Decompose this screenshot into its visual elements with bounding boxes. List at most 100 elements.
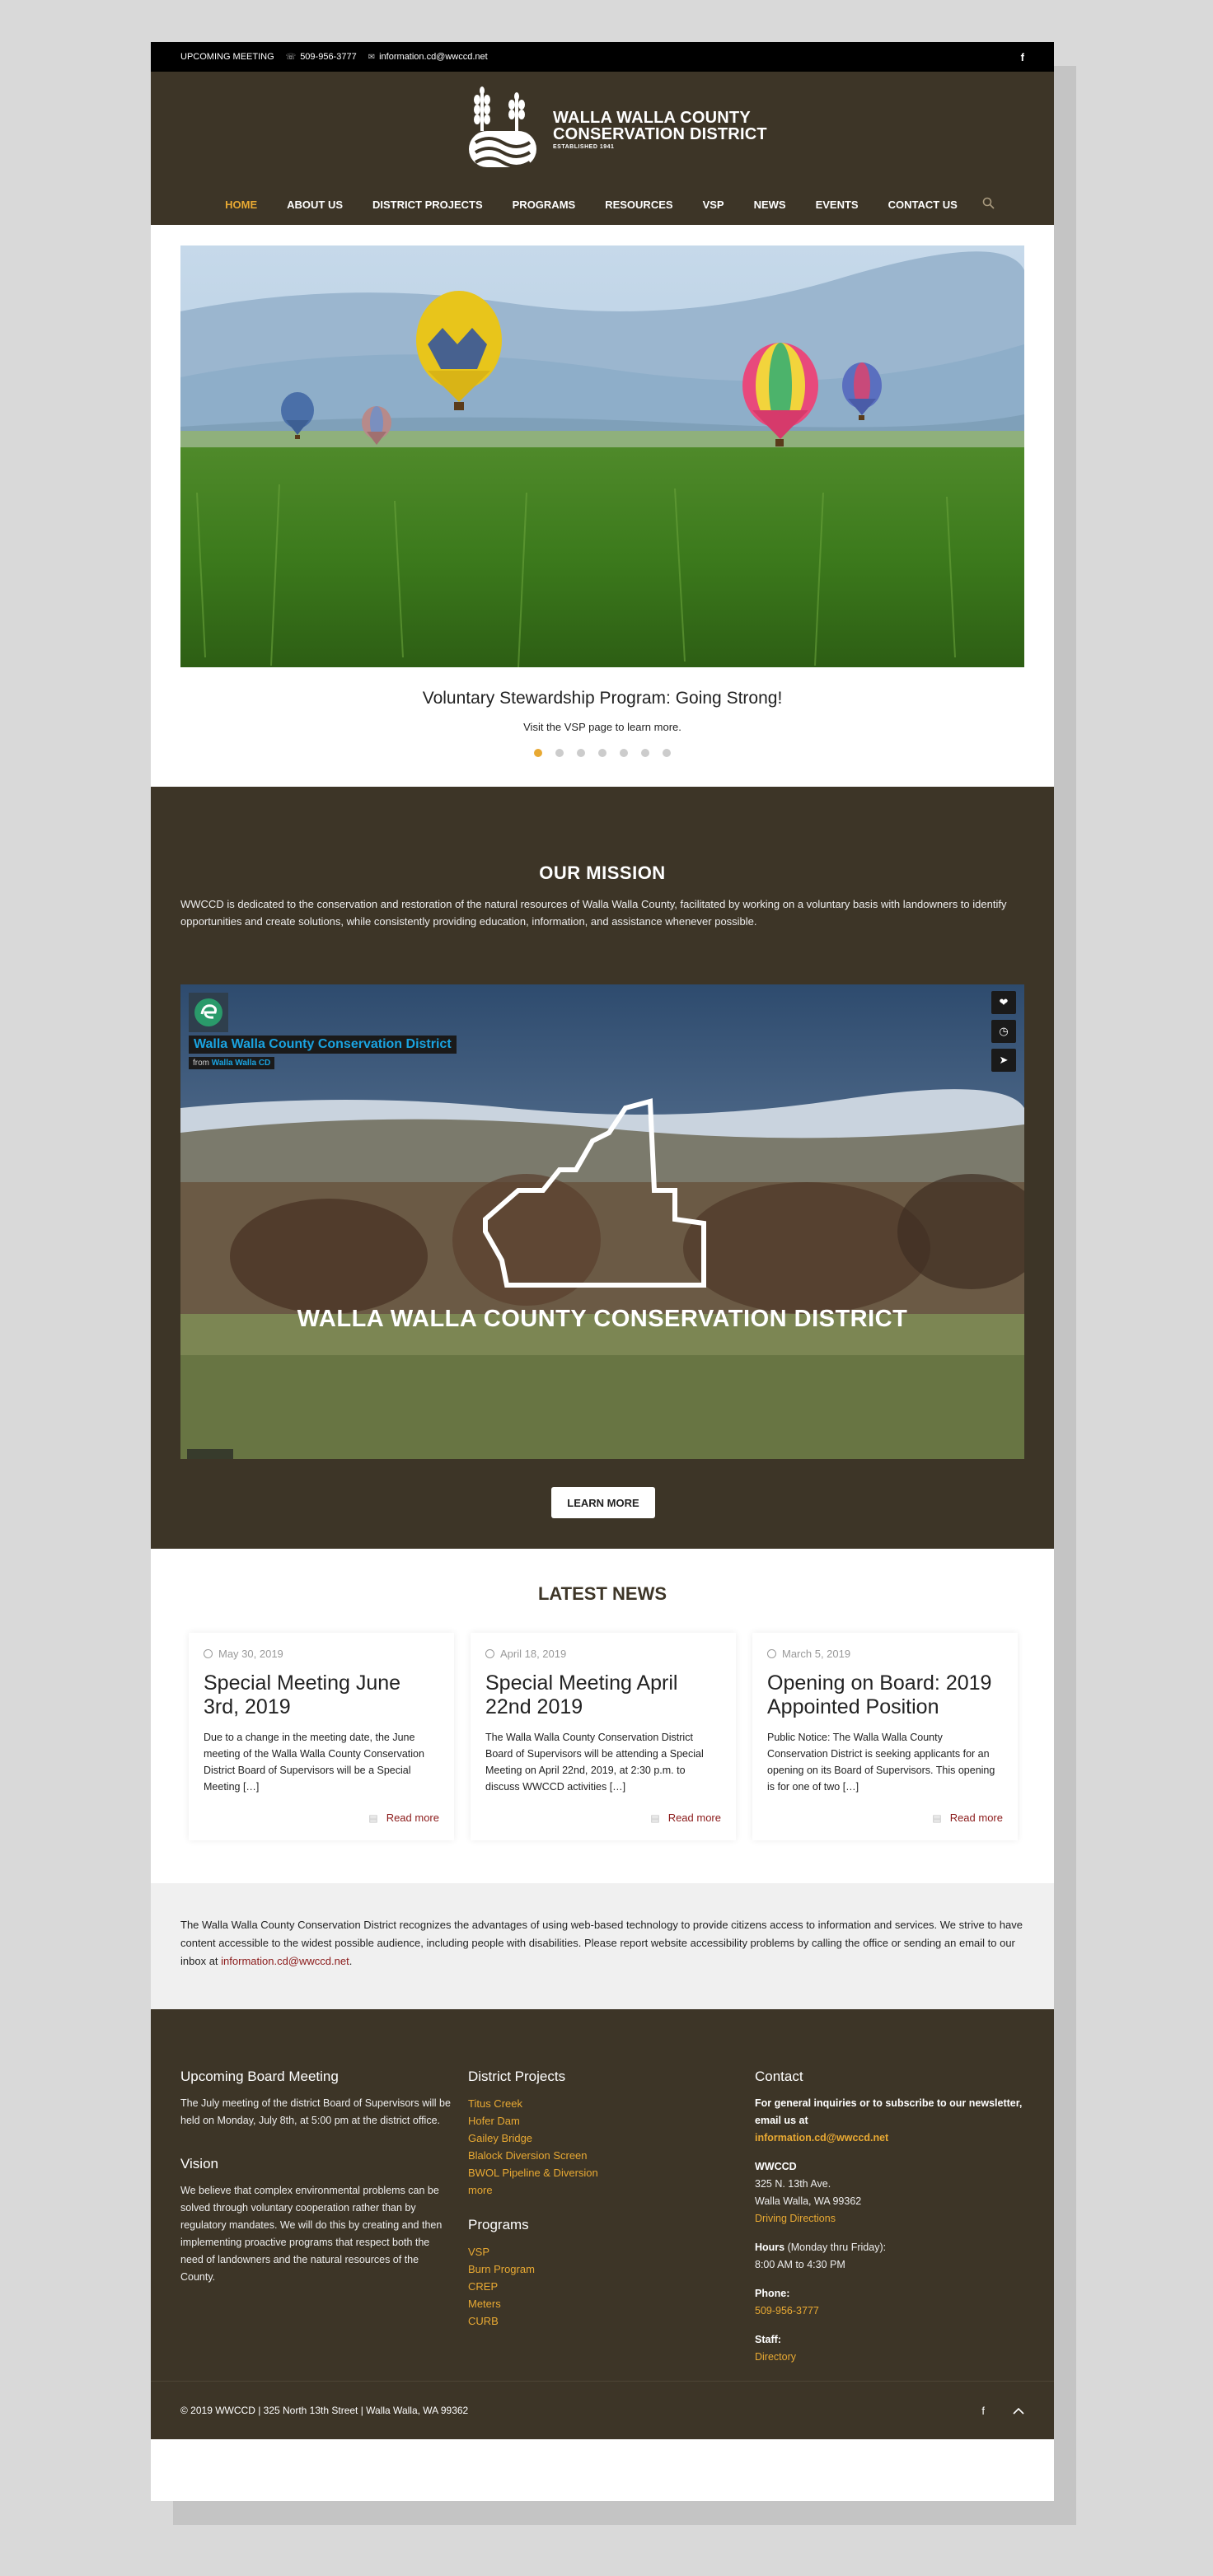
video-player[interactable]: Walla Walla County Conservation District… [180, 984, 1024, 1459]
news-card: April 18, 2019 Special Meeting April 22n… [471, 1633, 736, 1840]
logo-text: WALLA WALLA COUNTY CONSERVATION DISTRICT… [553, 108, 767, 150]
slider-dot[interactable] [620, 749, 628, 757]
news-excerpt: The Walla Walla County Conservation Dist… [485, 1732, 704, 1793]
footer-col-meeting: Upcoming Board Meeting The July meeting … [180, 2069, 452, 2286]
latest-news-section: LATEST NEWS May 30, 2019 Special Meeting… [151, 1549, 1054, 1883]
driving-directions-link[interactable]: Driving Directions [755, 2213, 836, 2224]
news-title[interactable]: Opening on Board: 2019 Appointed Positio… [767, 1671, 1003, 1719]
nav-district-projects[interactable]: DISTRICT PROJECTS [372, 199, 483, 211]
project-link[interactable]: Titus Creek [468, 2095, 732, 2112]
project-link[interactable]: Blalock Diversion Screen [468, 2147, 732, 2164]
nav-vsp[interactable]: VSP [703, 199, 724, 211]
accessibility-email-link[interactable]: information.cd@wwccd.net [221, 1955, 349, 1967]
slider-dot[interactable] [663, 749, 671, 757]
site-footer: Upcoming Board Meeting The July meeting … [151, 2009, 1054, 2439]
nav-programs[interactable]: PROGRAMS [513, 199, 576, 211]
mission-heading: OUR MISSION [539, 863, 666, 883]
news-cards: May 30, 2019 Special Meeting June 3rd, 2… [189, 1633, 1034, 1840]
news-heading: LATEST NEWS [537, 1583, 667, 1604]
nav-news[interactable]: NEWS [754, 199, 786, 211]
like-heart-icon[interactable]: ❤ [991, 991, 1016, 1014]
nav-home[interactable]: HOME [225, 199, 257, 211]
share-send-icon[interactable]: ➤ [991, 1049, 1016, 1072]
slider-dot[interactable] [534, 749, 542, 757]
slide-title: Voluntary Stewardship Program: Going Str… [422, 689, 783, 708]
project-link[interactable]: Gailey Bridge [468, 2130, 732, 2147]
project-link[interactable]: BWOL Pipeline & Diversion [468, 2164, 732, 2181]
mail-icon: ✉ [368, 52, 376, 62]
facebook-icon[interactable]: f [1021, 51, 1024, 63]
clock-icon [767, 1649, 776, 1658]
slider-dot[interactable] [577, 749, 585, 757]
slider-dot[interactable] [555, 749, 564, 757]
contact-heading: Contact [755, 2069, 803, 2084]
mission-text: WWCCD is dedicated to the conservation a… [180, 898, 1007, 928]
clock-icon [204, 1649, 213, 1658]
slider-dot[interactable] [598, 749, 606, 757]
video-from: from Walla Walla CD [189, 1057, 275, 1069]
document-icon: ▤ [932, 1812, 942, 1824]
program-link[interactable]: VSP [468, 2243, 732, 2260]
nav-resources[interactable]: RESOURCES [605, 199, 672, 211]
vision-text: We believe that complex environmental pr… [180, 2185, 443, 2283]
read-more-link[interactable]: ▤ Read more [650, 1812, 721, 1824]
accessibility-section: The Walla Walla County Conservation Dist… [151, 1883, 1054, 2009]
phone-link[interactable]: ☏ 509-956-3777 [286, 52, 357, 62]
contact-staff: Staff: Directory [755, 2334, 797, 2363]
phone-icon: ☏ [285, 52, 297, 62]
contact-email-link[interactable]: information.cd@wwccd.net [755, 2132, 888, 2144]
nav-events[interactable]: EVENTS [816, 199, 859, 211]
top-bar: UPCOMING MEETING ☏ 509-956-3777 ✉ informat… [151, 42, 1054, 72]
facebook-icon[interactable]: f [981, 2405, 985, 2417]
footer-bottom-bar: © 2019 WWCCD | 325 North 13th Street | W… [151, 2381, 1054, 2439]
slider-dot[interactable] [641, 749, 649, 757]
footer-col-projects: District Projects Titus Creek Hofer Dam … [468, 2069, 732, 2330]
slide-image-balloons[interactable] [180, 245, 1024, 667]
news-card: March 5, 2019 Opening on Board: 2019 App… [752, 1633, 1018, 1840]
logo-wheat-emblem [464, 86, 541, 172]
copyright-text: © 2019 WWCCD | 325 North 13th Street | W… [180, 2405, 469, 2416]
news-title[interactable]: Special Meeting April 22nd 2019 [485, 1671, 721, 1719]
program-link[interactable]: CREP [468, 2278, 732, 2295]
vimeo-avatar-icon[interactable] [189, 993, 228, 1032]
programs-links: VSP Burn Program CREP Meters CURB [468, 2243, 732, 2330]
nav-contact-us[interactable]: CONTACT US [888, 199, 958, 211]
news-title[interactable]: Special Meeting June 3rd, 2019 [204, 1671, 439, 1719]
projects-links: Titus Creek Hofer Dam Gailey Bridge Blal… [468, 2095, 732, 2199]
scroll-to-top-icon[interactable] [1013, 2405, 1024, 2417]
phone-link[interactable]: 509-956-3777 [755, 2305, 819, 2317]
nav-about-us[interactable]: ABOUT US [287, 199, 343, 211]
footer-icons: f [953, 2405, 1024, 2417]
program-link[interactable]: Burn Program [468, 2260, 732, 2278]
program-link[interactable]: CURB [468, 2312, 732, 2330]
read-more-link[interactable]: ▤ Read more [932, 1812, 1003, 1824]
upcoming-meeting-link[interactable]: UPCOMING MEETING [180, 52, 274, 62]
page: UPCOMING MEETING ☏ 509-956-3777 ✉ informat… [151, 42, 1054, 2501]
site-logo[interactable]: WALLA WALLA COUNTY CONSERVATION DISTRICT… [464, 86, 767, 172]
hero-slider: Voluntary Stewardship Program: Going Str… [151, 225, 1054, 787]
program-link[interactable]: Meters [468, 2295, 732, 2312]
search-icon[interactable] [982, 197, 995, 212]
watch-later-clock-icon[interactable]: ◷ [991, 1020, 1016, 1043]
staff-directory-link[interactable]: Directory [755, 2351, 796, 2363]
video-title[interactable]: Walla Walla County Conservation District [189, 1036, 457, 1054]
projects-more-link[interactable]: more [468, 2181, 732, 2199]
contact-hours: Hours (Monday thru Friday): 8:00 AM to 4… [755, 2242, 887, 2270]
slide-subtitle: Visit the VSP page to learn more. [523, 721, 681, 733]
news-excerpt: Due to a change in the meeting date, the… [204, 1732, 424, 1793]
video-actions: ❤ ◷ ➤ [991, 991, 1016, 1078]
board-meeting-text: The July meeting of the district Board o… [180, 2097, 451, 2126]
email-link[interactable]: ✉ information.cd@wwccd.net [368, 52, 488, 62]
read-more-link[interactable]: ▤ Read more [368, 1812, 439, 1824]
news-date: April 18, 2019 [485, 1648, 721, 1660]
contact-intro: For general inquiries or to subscribe to… [755, 2097, 1023, 2144]
contact-address: WWCCD 325 N. 13th Ave. Walla Walla, WA 9… [755, 2161, 862, 2224]
accessibility-text: The Walla Walla County Conservation Dist… [180, 1919, 1023, 1967]
news-date: May 30, 2019 [204, 1648, 439, 1660]
board-meeting-heading: Upcoming Board Meeting [180, 2069, 339, 2084]
main-nav: HOME ABOUT US DISTRICT PROJECTS PROGRAMS… [151, 197, 1054, 212]
project-link[interactable]: Hofer Dam [468, 2112, 732, 2130]
footer-col-contact: Contact For general inquiries or to subs… [755, 2069, 1027, 2377]
slider-dots [151, 749, 1054, 757]
learn-more-button[interactable]: LEARN MORE [551, 1487, 655, 1518]
